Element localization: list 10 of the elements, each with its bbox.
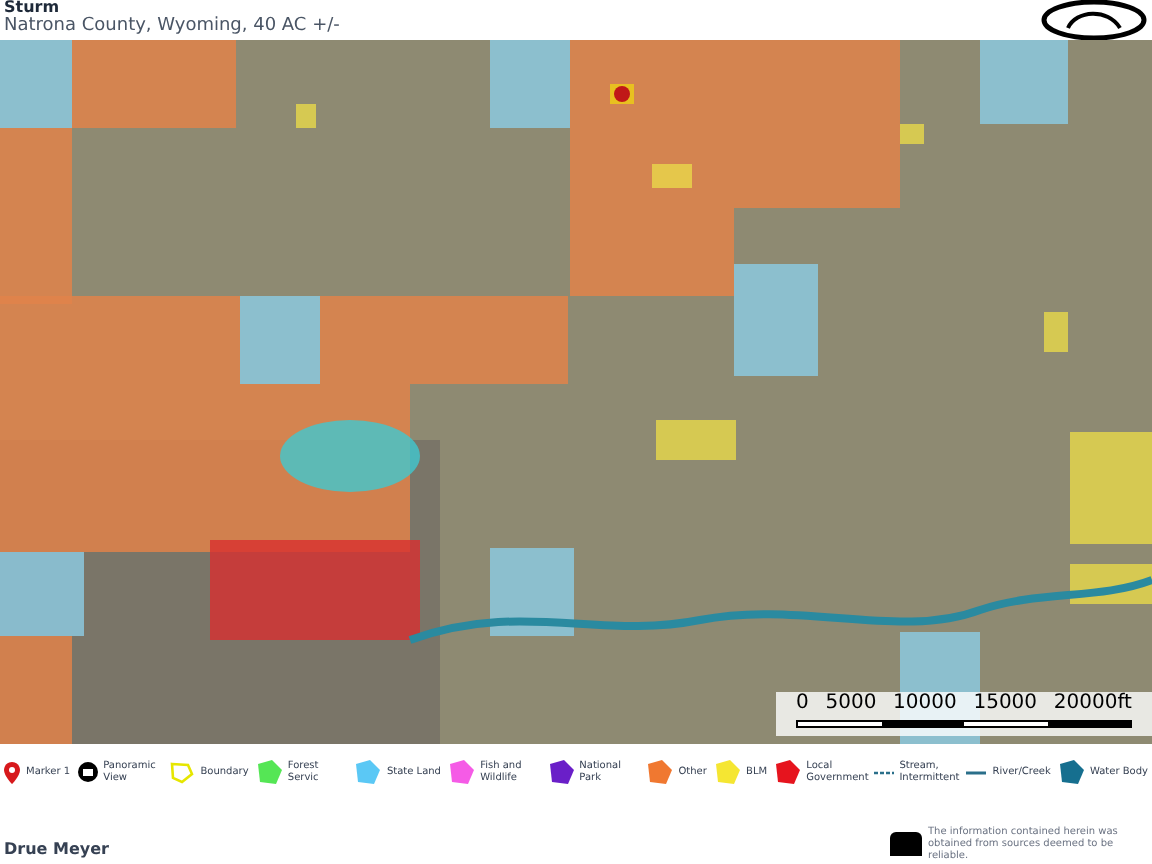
scale-label: 10000	[893, 694, 957, 714]
scale-label: 20000ft	[1053, 694, 1132, 714]
agent-name: Drue Meyer	[4, 838, 109, 862]
brand-logo-icon	[890, 832, 922, 856]
scale-label: 5000	[825, 694, 877, 714]
scale-label: 15000	[973, 694, 1038, 714]
scale-label: 0	[796, 694, 809, 714]
property-title: Sturm	[4, 0, 62, 16]
paw-logo-icon	[1040, 0, 1148, 40]
property-subtitle: Natrona County, Wyoming, 40 AC +/-	[4, 16, 340, 39]
